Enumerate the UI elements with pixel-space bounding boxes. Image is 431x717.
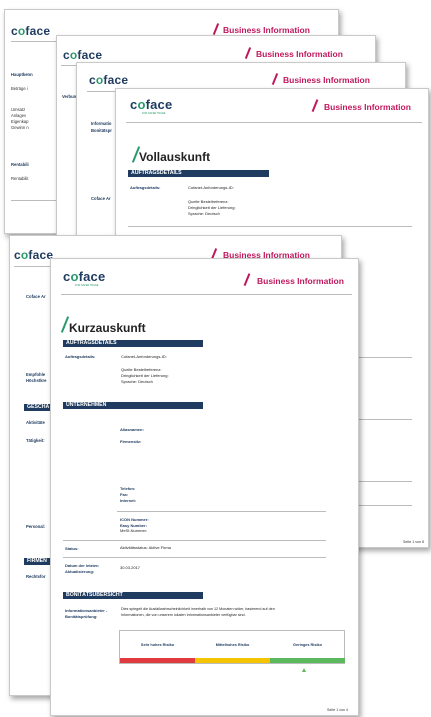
auftragsdetails-line-4: Sprache: Deutsch: [121, 379, 153, 384]
taetigkeit-label: Tätigkeit:: [26, 438, 45, 443]
coface-logo: coface: [63, 269, 106, 284]
page-footer: Seite 1 von 4: [327, 708, 348, 712]
risk-label-low: Geringes Risiko: [293, 643, 322, 647]
divider: [63, 557, 326, 558]
datum-label-line-2: Aktualisierung:: [65, 569, 95, 574]
section-bar-unternehmen: UNTERNEHMEN: [63, 402, 203, 409]
coface-tagline: FOR SAFER TRADE: [142, 112, 166, 115]
hauptkennzahlen-label: Hauptkenn: [11, 72, 33, 77]
coface-logo: coface: [130, 97, 173, 112]
eigenkap-label: Eigenkap: [11, 119, 29, 124]
coface-logo: coface: [89, 73, 129, 87]
coface-tagline: FOR SAFER TRADE: [75, 284, 99, 287]
betraege-label: Beträge i: [11, 86, 28, 91]
risk-label-high: Sehr hohes Risiko: [140, 643, 175, 647]
messt-nummer-label: MeSt-Nummer:: [120, 528, 148, 533]
section-bar-auftragsdetails: AUFTRAGSDETAILS: [128, 170, 269, 177]
verbund-label: Verbun: [62, 94, 77, 99]
anlagev-label: Anlagev: [11, 113, 27, 118]
report-title: Vollauskunft: [139, 150, 211, 164]
auftragsdetails-line-2: Quelle Bestellreferenz:: [121, 367, 162, 372]
coface-logo: coface: [11, 24, 51, 38]
auftragsdetails-line-3: Dringlichkeit der Lieferung:: [121, 373, 169, 378]
auftragsdetails-line-3: Dringlichkeit der Lieferung:: [188, 205, 236, 210]
coface-logo: coface: [63, 48, 103, 62]
datum-label-line-1: Datum der letzten: [65, 563, 99, 568]
auftragsdetails-line-1: Cofanet-Anforderungs-ID:: [188, 185, 234, 190]
business-information-label: Business Information: [283, 75, 370, 85]
header-slash-icon: [243, 273, 250, 286]
divider: [128, 226, 412, 227]
bonitaet-text-line-2: Informationen, die von unserem lokalen I…: [121, 613, 246, 617]
informationsanbieter-label: Informationsanbieter -: [65, 608, 108, 613]
auftragsdetails-label: Auftragsdetails:: [65, 354, 96, 359]
bonitaet-text-line-1: Dies spiegelt die Ausfallwahrscheinlichk…: [121, 607, 275, 611]
coface-ar-label: Coface Ar: [91, 196, 111, 201]
business-information-label: Business Information: [223, 25, 310, 35]
section-bar-bonitaet: BONITÄTSÜBERSICHT: [63, 592, 203, 599]
bonitaetspruefung-label: Bonitätsprüfung:: [65, 614, 98, 619]
status-value: Aktivitätsstatus: Aktive Firma: [120, 545, 171, 550]
auftragsdetails-label: Auftragsdetails:: [130, 185, 161, 190]
rentabil-label: Rentabili: [11, 162, 29, 167]
telefon-label: Telefon:: [120, 486, 136, 491]
datum-value: 30.03.2017: [120, 565, 141, 570]
header-slash-icon: [271, 73, 278, 85]
information-label: Informatio: [91, 121, 112, 126]
aliasnamen-label: Aliasnamen:: [120, 427, 144, 432]
page-footer: Seite 1 von 8: [403, 540, 424, 544]
risk-strip-low: [270, 658, 345, 663]
business-information-label: Business Information: [257, 276, 344, 286]
fax-label: Fax:: [120, 492, 129, 497]
internet-label: Internet:: [120, 498, 136, 503]
report-title: Kurzauskunft: [69, 321, 146, 335]
coface-ar-label: Coface Ar: [26, 294, 46, 299]
status-label: Status:: [65, 546, 79, 551]
firmensitz-label: Firmensitz:: [120, 439, 142, 444]
auftragsdetails-line-2: Quelle Bestellreferenz:: [188, 199, 229, 204]
header-rule: [126, 122, 422, 123]
risk-label-medium: Mittelhohes Risiko: [215, 643, 250, 647]
business-information-label: Business Information: [256, 49, 343, 59]
header-slash-icon: [311, 99, 318, 112]
header-slash-icon: [212, 23, 219, 35]
icon-nummer-label: ICON Nummer:: [120, 517, 149, 522]
gewinn-label: Gewinn n: [11, 125, 29, 130]
risk-indicator-triangle-icon: [302, 668, 306, 672]
umsatz-label: Umsatz: [11, 107, 26, 112]
hoechstkr-label: Höchstkre: [26, 378, 47, 383]
auftragsdetails-line-4: Sprache: Deutsch: [188, 211, 220, 216]
bonitaet-label: Bonitätspr: [91, 128, 112, 133]
section-bar-auftragsdetails: AUFTRAGSDETAILS: [63, 340, 203, 347]
coface-logo: coface: [14, 248, 54, 262]
divider: [117, 511, 326, 512]
header-slash-icon: [244, 47, 251, 59]
divider: [63, 540, 326, 541]
risk-scale: Sehr hohes Risiko Mittelhohes Risiko Ger…: [119, 630, 345, 664]
title-slash-icon: [60, 316, 70, 333]
business-information-label: Business Information: [324, 102, 411, 112]
document-page-kurzauskunft: coface FOR SAFER TRADE Business Informat…: [50, 258, 359, 716]
personal-label: Personal:: [26, 524, 46, 529]
aktivitaet-label: Aktivitäte: [26, 420, 45, 425]
risk-strip-high: [120, 658, 195, 663]
header-rule: [61, 294, 352, 295]
empfohlen-label: Empfohle: [26, 372, 46, 377]
risk-strip-medium: [195, 658, 270, 663]
auftragsdetails-line-1: Cofanet-Anforderungs-ID:: [121, 354, 167, 359]
rentabilit-label: Rentabilit: [11, 176, 29, 181]
rechtsfor-label: Rechtsfor: [26, 574, 46, 579]
